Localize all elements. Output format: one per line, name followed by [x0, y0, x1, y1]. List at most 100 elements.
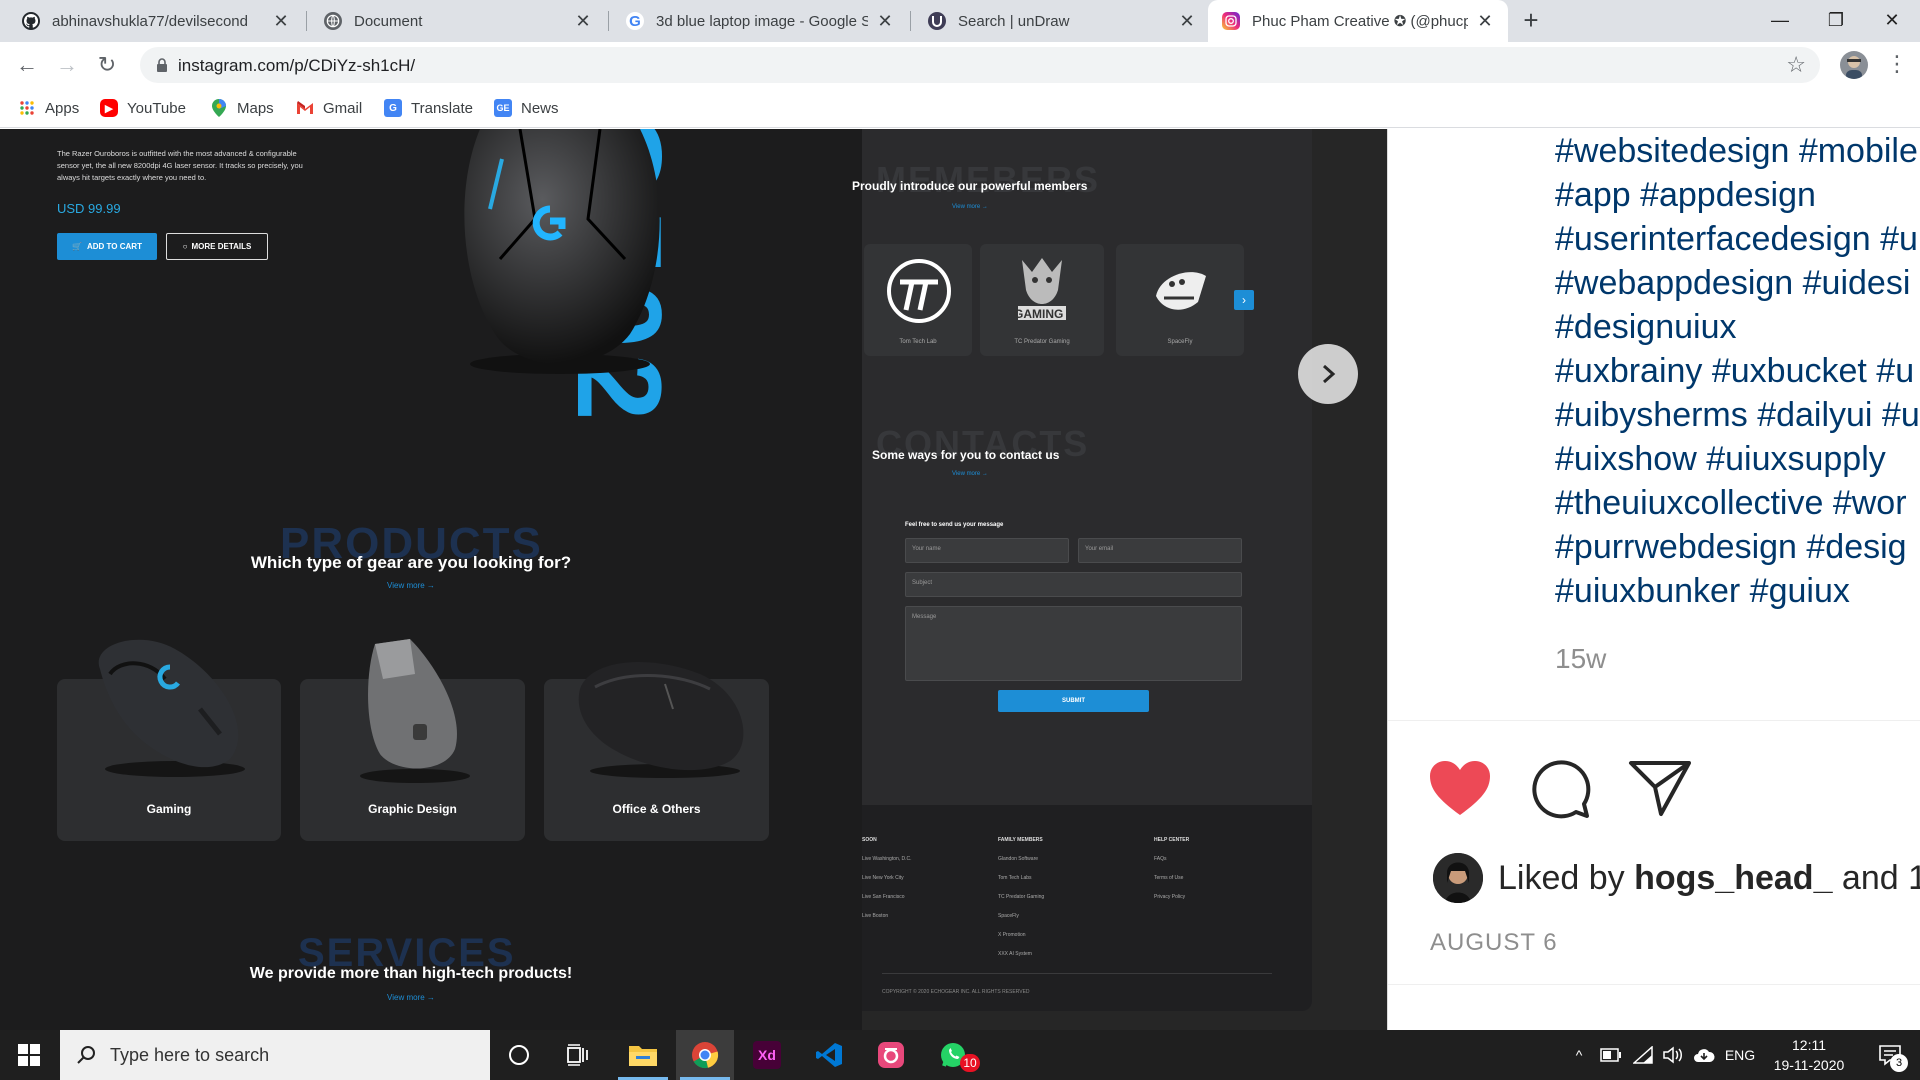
bookmark-translate[interactable]: G Translate — [384, 88, 473, 128]
close-icon[interactable]: ✕ — [272, 11, 290, 32]
address-bar[interactable]: instagram.com/p/CDiYz-sh1cH/ ☆ — [140, 47, 1820, 83]
clock-date: 19-11-2020 — [1773, 1057, 1845, 1073]
close-icon[interactable]: ✕ — [574, 11, 592, 32]
bookmark-label: News — [521, 99, 559, 117]
close-window-button[interactable]: ✕ — [1864, 0, 1920, 42]
adobe-xd-button[interactable]: Xd — [738, 1030, 796, 1080]
whatsapp-button[interactable]: 10 — [924, 1030, 982, 1080]
post-age[interactable]: 15w — [1555, 643, 1606, 675]
member-card: Tom Tech Lab — [864, 244, 972, 356]
maps-pin-icon — [210, 99, 228, 117]
tab-google-search[interactable]: G 3d blue laptop image - Google S ✕ — [612, 0, 908, 42]
hero-mouse-illustration — [464, 129, 660, 374]
design-right-panel: MEMEBERS Proudly introduce our powerful … — [852, 129, 1312, 1011]
minimize-button[interactable]: — — [1752, 0, 1808, 42]
start-button[interactable] — [0, 1030, 58, 1080]
tab-title: abhinavshukla77/devilsecond — [52, 12, 248, 30]
hashtag-line[interactable]: #uixshow #uiuxsupply — [1555, 437, 1886, 481]
vscode-button[interactable] — [800, 1030, 858, 1080]
category-label-gaming: Gaming — [146, 802, 192, 816]
hashtag-line[interactable]: #uibysherms #dailyui #u — [1555, 393, 1920, 437]
hashtag-line[interactable]: #theuiuxcollective #wor — [1555, 481, 1907, 525]
bookmark-youtube[interactable]: ▶ YouTube — [100, 88, 186, 128]
hashtag-line[interactable]: #purrwebdesign #desig — [1555, 525, 1907, 569]
close-icon[interactable]: ✕ — [1178, 11, 1196, 32]
liked-by-prefix: Liked by — [1498, 859, 1635, 897]
tab-undraw[interactable]: Search | unDraw ✕ — [914, 0, 1210, 42]
comment-icon[interactable] — [1529, 757, 1591, 819]
bookmark-apps[interactable]: Apps — [18, 88, 79, 128]
like-heart-icon[interactable] — [1428, 759, 1492, 817]
reload-icon[interactable]: ↻ — [92, 50, 122, 80]
liked-by-user-link[interactable]: hogs_head_ — [1634, 859, 1832, 897]
hashtag-line[interactable]: #websitedesign #mobile — [1555, 129, 1918, 173]
show-hidden-icons-chevron[interactable]: ^ — [1568, 1030, 1590, 1080]
footer-link: Tom Tech Labs — [998, 875, 1032, 881]
liker-avatar[interactable] — [1433, 853, 1483, 903]
back-icon[interactable]: ← — [12, 50, 42, 80]
hashtag-line[interactable]: #userinterfacedesign #u — [1555, 217, 1918, 261]
hashtag-line[interactable]: #uxbrainy #uxbucket #u — [1555, 349, 1914, 393]
hashtag-line[interactable]: #designuiux — [1555, 305, 1736, 349]
bookmark-star-icon[interactable]: ☆ — [1786, 52, 1806, 78]
footer-col-title: SOON — [862, 837, 877, 843]
action-center-button[interactable]: 3 — [1862, 1030, 1918, 1080]
field-placeholder: Message — [912, 614, 937, 620]
tab-title: 3d blue laptop image - Google S — [656, 12, 868, 30]
instagram-post-page: The Razer Ouroboros is outfitted with th… — [0, 129, 1920, 1030]
hashtag-line[interactable]: #uiuxbunker #guiux — [1555, 569, 1850, 613]
battery-icon[interactable] — [1598, 1030, 1624, 1080]
bookmark-news[interactable]: GE News — [494, 88, 559, 128]
wifi-icon[interactable] — [1630, 1030, 1656, 1080]
form-message-field: Message — [905, 606, 1242, 681]
liked-by-text: Liked by hogs_head_ and 15 — [1498, 859, 1920, 898]
tab-instagram[interactable]: Phuc Pham Creative ✪ (@phucp ✕ — [1208, 0, 1508, 42]
folder-icon — [629, 1046, 657, 1066]
task-view-button[interactable] — [550, 1030, 608, 1080]
forward-icon[interactable]: → — [52, 50, 82, 80]
search-placeholder: Type here to search — [110, 1045, 270, 1065]
footer-divider — [882, 973, 1272, 974]
onedrive-cloud-icon[interactable] — [1690, 1030, 1718, 1080]
clock[interactable]: 12:11 19-11-2020 — [1766, 1030, 1852, 1080]
carousel-next-button[interactable] — [1298, 344, 1358, 404]
taskbar-search-box[interactable]: Type here to search — [60, 1030, 490, 1080]
menu-kebab-icon[interactable]: ⋮ — [1886, 50, 1908, 78]
bookmark-gmail[interactable]: Gmail — [296, 88, 362, 128]
url-text: instagram.com/p/CDiYz-sh1cH/ — [178, 56, 416, 75]
camera-app-button[interactable] — [862, 1030, 920, 1080]
view-more-label: View more — [387, 993, 425, 1002]
clock-time: 12:11 — [1792, 1037, 1826, 1053]
hashtag-line[interactable]: #app #appdesign — [1555, 173, 1816, 217]
hashtag-line[interactable]: #webappdesign #uidesi — [1555, 261, 1910, 305]
members-heading: Proudly introduce our powerful members — [852, 179, 1088, 193]
contacts-view-more-link: View more → — [952, 471, 988, 477]
divider — [1388, 720, 1920, 721]
tab-github[interactable]: abhinavshukla77/devilsecond ✕ — [8, 0, 304, 42]
profile-avatar[interactable] — [1840, 51, 1868, 79]
design-footer — [862, 805, 1312, 1011]
google-icon: G — [626, 12, 644, 30]
adobe-xd-icon: Xd — [753, 1041, 781, 1069]
cortana-button[interactable] — [490, 1030, 548, 1080]
new-tab-button[interactable]: + — [1516, 6, 1546, 36]
add-to-cart-label: ADD TO CART — [87, 242, 142, 251]
field-placeholder: Subject — [912, 580, 933, 586]
tom-tech-logo-icon — [887, 259, 951, 323]
footer-link: XXX AI System — [998, 951, 1032, 957]
chrome-button[interactable] — [676, 1030, 734, 1080]
bookmark-maps[interactable]: Maps — [210, 88, 274, 128]
file-explorer-button[interactable] — [614, 1030, 672, 1080]
volume-icon[interactable] — [1660, 1030, 1688, 1080]
footer-col-family: FAMILY MEMBERS Glandon Software Tom Tech… — [998, 831, 1044, 964]
share-send-icon[interactable] — [1628, 759, 1692, 817]
post-date: AUGUST 6 — [1430, 929, 1558, 956]
maximize-button[interactable]: ❐ — [1808, 0, 1864, 42]
liked-by-suffix[interactable]: and 15 — [1832, 859, 1920, 897]
close-icon[interactable]: ✕ — [1476, 11, 1494, 32]
view-more-label: View more — [952, 204, 981, 210]
tab-document[interactable]: Document ✕ — [310, 0, 606, 42]
footer-link: SpaceFly — [998, 913, 1019, 919]
language-indicator[interactable]: ENG — [1720, 1030, 1760, 1080]
close-icon[interactable]: ✕ — [876, 11, 894, 32]
